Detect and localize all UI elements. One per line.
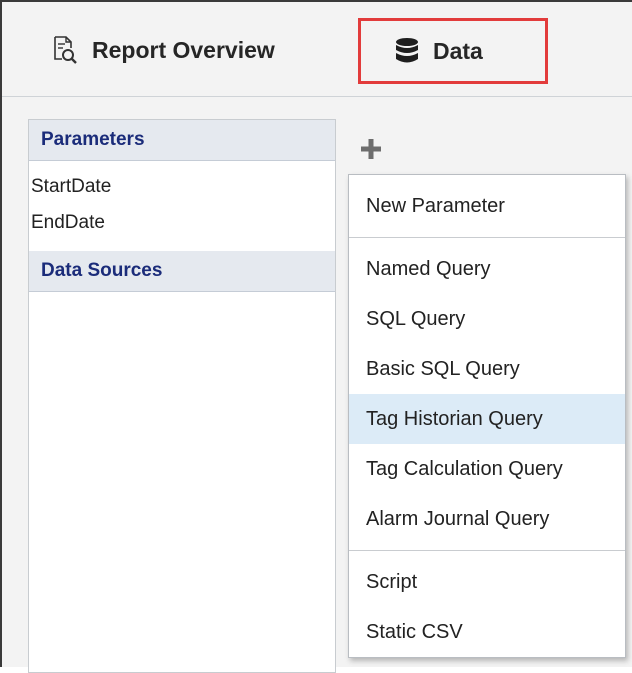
parameter-item[interactable]: StartDate: [31, 169, 335, 205]
plus-icon: [360, 138, 382, 164]
database-icon: [395, 37, 419, 65]
tab-report-overview[interactable]: Report Overview: [52, 20, 275, 80]
report-search-icon: [52, 35, 78, 65]
menu-item-tag-historian-query[interactable]: Tag Historian Query: [349, 394, 625, 444]
data-sources-header: Data Sources: [29, 251, 335, 292]
menu-item-sql-query[interactable]: SQL Query: [349, 294, 625, 344]
menu-item-named-query[interactable]: Named Query: [349, 244, 625, 294]
parameter-item[interactable]: EndDate: [31, 205, 335, 241]
add-data-menu: New Parameter Named Query SQL Query Basi…: [348, 174, 626, 658]
parameters-list: StartDate EndDate: [29, 161, 335, 251]
parameters-header: Parameters: [29, 120, 335, 161]
menu-item-static-csv[interactable]: Static CSV: [349, 607, 625, 657]
add-data-button[interactable]: [358, 138, 384, 164]
menu-separator: [349, 237, 625, 238]
data-key-panel: Parameters StartDate EndDate Data Source…: [28, 119, 336, 673]
menu-item-new-parameter[interactable]: New Parameter: [349, 181, 625, 231]
menu-item-tag-calculation-query[interactable]: Tag Calculation Query: [349, 444, 625, 494]
menu-item-basic-sql-query[interactable]: Basic SQL Query: [349, 344, 625, 394]
menu-item-alarm-journal-query[interactable]: Alarm Journal Query: [349, 494, 625, 544]
report-designer: Report Overview Data Parameters StartDat…: [0, 0, 632, 673]
menu-item-script[interactable]: Script: [349, 557, 625, 607]
menu-separator: [349, 550, 625, 551]
tab-bar: Report Overview Data: [2, 2, 632, 97]
tab-report-overview-label: Report Overview: [92, 36, 275, 63]
tab-data[interactable]: Data: [358, 18, 548, 84]
tab-data-label: Data: [433, 37, 483, 64]
